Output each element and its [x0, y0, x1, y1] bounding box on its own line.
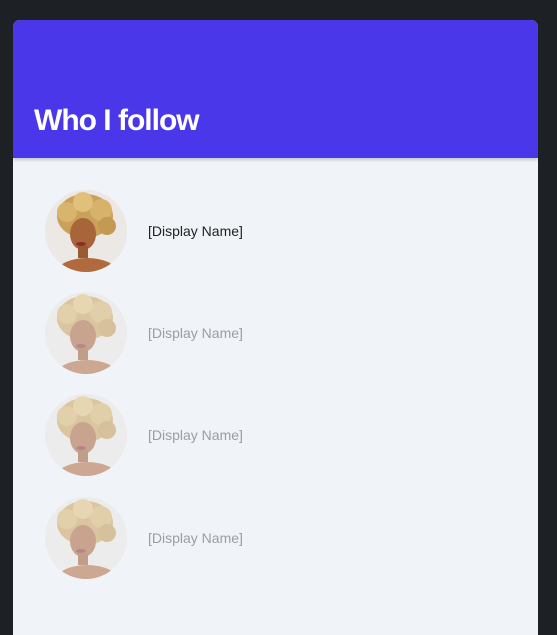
- display-name[interactable]: [Display Name]: [148, 223, 243, 239]
- page-title: Who I follow: [34, 104, 200, 137]
- avatar-photo-icon: [45, 190, 127, 272]
- card-header: Who I follow: [13, 20, 538, 158]
- avatar[interactable]: [45, 394, 127, 476]
- avatar[interactable]: [45, 292, 127, 374]
- list-item[interactable]: [Display Name]: [45, 190, 243, 272]
- avatar[interactable]: [45, 190, 127, 272]
- display-name[interactable]: [Display Name]: [148, 427, 243, 443]
- display-name[interactable]: [Display Name]: [148, 325, 243, 341]
- avatar[interactable]: [45, 497, 127, 579]
- avatar-photo-icon: [45, 497, 127, 579]
- who-i-follow-card: Who I follow [Display Name] [Display Nam…: [13, 20, 538, 635]
- list-item[interactable]: [Display Name]: [45, 394, 243, 476]
- list-item[interactable]: [Display Name]: [45, 497, 243, 579]
- display-name[interactable]: [Display Name]: [148, 530, 243, 546]
- avatar-photo-icon: [45, 292, 127, 374]
- avatar-photo-icon: [45, 394, 127, 476]
- list-item[interactable]: [Display Name]: [45, 292, 243, 374]
